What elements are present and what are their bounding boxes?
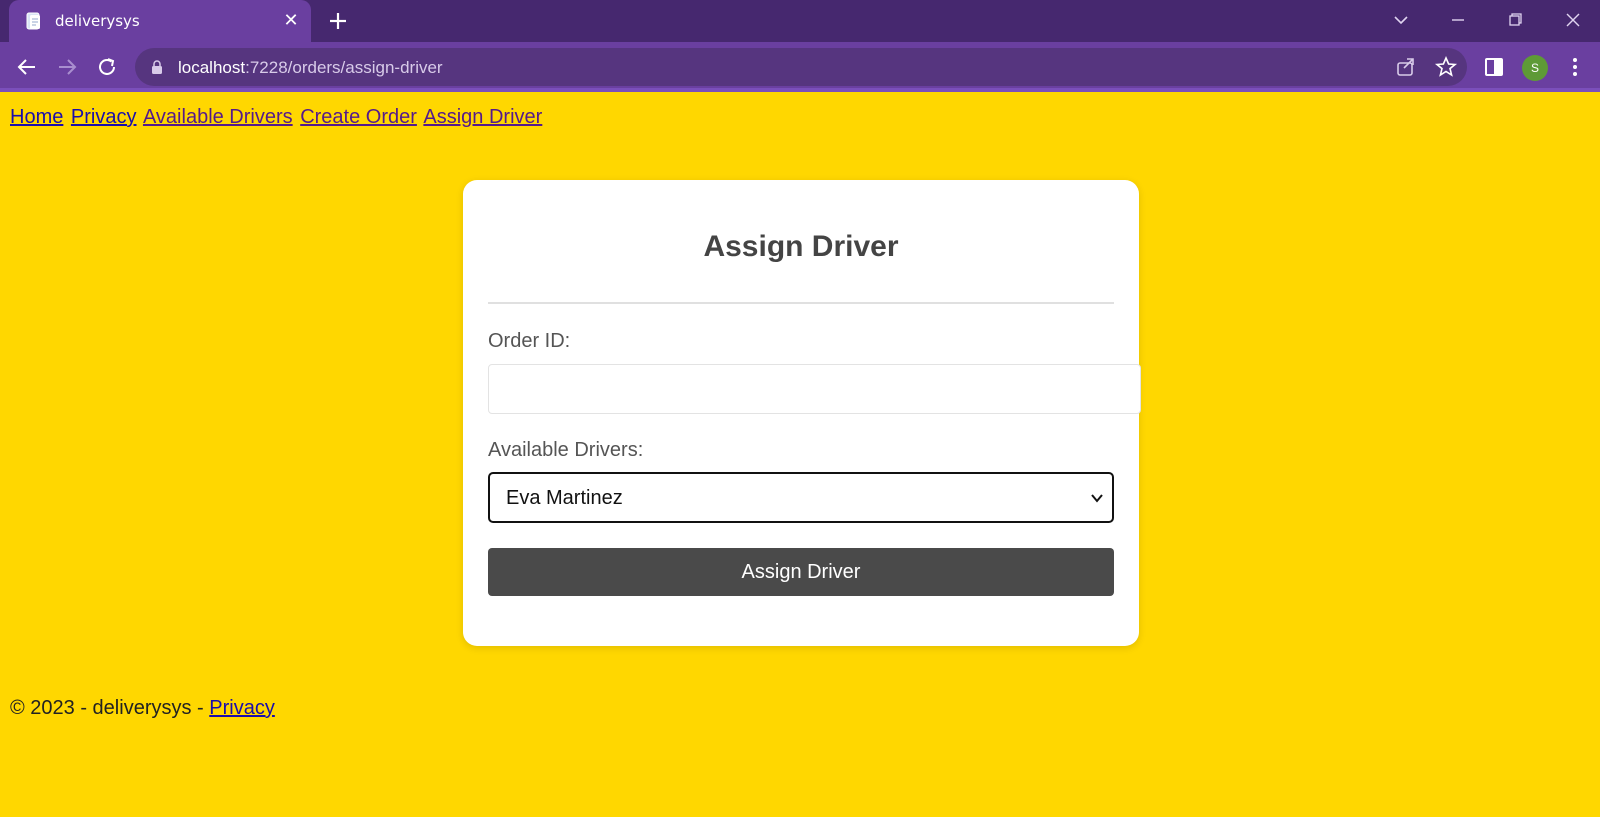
nav-link-assign-driver[interactable]: Assign Driver [423, 106, 542, 128]
menu-kebab-icon[interactable] [1562, 54, 1588, 80]
browser-tab[interactable]: deliverysys ✕ [9, 0, 311, 42]
minimize-icon[interactable] [1443, 6, 1473, 34]
side-panel-icon[interactable] [1481, 54, 1507, 80]
assign-driver-button[interactable]: Assign Driver [488, 548, 1114, 596]
assign-driver-card: Assign Driver Order ID: Available Driver… [463, 180, 1141, 646]
tab-search-chevron-icon[interactable] [1386, 6, 1416, 34]
nav-link-create-order[interactable]: Create Order [300, 106, 417, 128]
available-drivers-label: Available Drivers: [488, 439, 644, 461]
title-divider [488, 302, 1114, 304]
profile-avatar[interactable]: S [1522, 55, 1548, 81]
page-footer: © 2023 - deliverysys - Privacy [10, 697, 275, 720]
url-path: :7228/orders/assign-driver [245, 58, 443, 77]
order-id-label: Order ID: [488, 330, 571, 352]
url-text[interactable]: localhost:7228/orders/assign-driver [178, 58, 443, 78]
forward-icon[interactable] [54, 54, 80, 80]
back-icon[interactable] [14, 54, 40, 80]
footer-privacy-link[interactable]: Privacy [209, 697, 275, 719]
page-icon [26, 12, 40, 30]
nav-link-available-drivers[interactable]: Available Drivers [143, 106, 293, 128]
bookmark-star-icon[interactable] [1433, 54, 1459, 80]
nav-link-home[interactable]: Home [10, 106, 63, 128]
tab-title: deliverysys [55, 12, 140, 30]
lock-icon[interactable] [151, 60, 163, 74]
site-nav: Home Privacy Available Drivers Create Or… [10, 106, 544, 129]
footer-copyright: © 2023 - deliverysys - [10, 697, 210, 719]
nav-link-privacy[interactable]: Privacy [71, 106, 137, 128]
new-tab-icon[interactable] [326, 9, 350, 33]
order-id-input[interactable] [488, 364, 1141, 414]
browser-tab-strip: deliverysys ✕ [0, 0, 1600, 42]
address-bar[interactable]: localhost:7228/orders/assign-driver [135, 48, 1467, 86]
close-tab-icon[interactable]: ✕ [279, 8, 303, 32]
url-host: localhost [178, 58, 246, 77]
reload-icon[interactable] [94, 54, 120, 80]
driver-select-value: Eva Martinez [506, 487, 623, 509]
share-icon[interactable] [1393, 54, 1419, 80]
page-title: Assign Driver [703, 230, 899, 263]
browser-toolbar: localhost:7228/orders/assign-driver S [0, 42, 1600, 92]
restore-icon[interactable] [1500, 6, 1530, 34]
chevron-down-icon [1091, 494, 1103, 503]
driver-select[interactable]: Eva Martinez [488, 472, 1114, 523]
close-window-icon[interactable] [1558, 6, 1588, 34]
